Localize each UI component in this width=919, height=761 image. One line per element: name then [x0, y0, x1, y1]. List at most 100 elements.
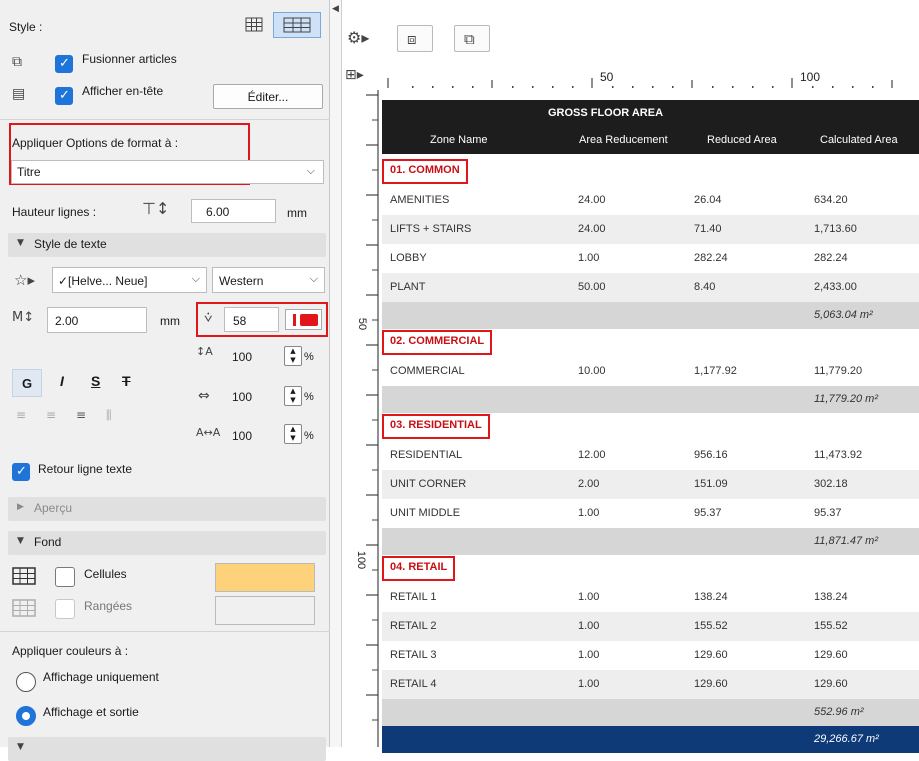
fit-view-button[interactable]: ⧈ [397, 25, 433, 52]
preview-title: Aperçu [34, 501, 73, 515]
spacing-scale-stepper[interactable]: ▲ ▼ [284, 424, 302, 444]
zone-name: 01. COMMON [390, 164, 460, 176]
width-scale-icon: ⇔ [198, 388, 210, 404]
font-select[interactable]: ✓[Helve... Neue] ⌵ [52, 267, 207, 293]
table-row: COMMERCIAL 10.00 1,177.92 11,779.20 [382, 357, 919, 386]
script-select[interactable]: Western ⌵ [212, 267, 325, 293]
width-scale-stepper[interactable]: ▲ ▼ [284, 386, 302, 406]
table-row: PLANT 50.00 8.40 2,433.00 [382, 273, 919, 302]
zone-name: 02. COMMERCIAL [390, 335, 485, 347]
table-title-row: GROSS FLOOR AREA [382, 100, 919, 126]
apply-format-value: Titre [17, 165, 41, 179]
table-cell: 155.52 [814, 620, 848, 632]
percent-label: % [304, 430, 314, 442]
display-output-radio[interactable] [16, 706, 36, 726]
subtotal-value: 552.96 m² [814, 706, 864, 718]
header-icon: ▤ [12, 86, 26, 102]
height-scale-icon: ↕A [196, 345, 213, 358]
table-cell: 956.16 [694, 449, 728, 461]
text-style-section[interactable]: ▼ Style de texte [8, 233, 326, 257]
wrap-checkbox[interactable] [12, 463, 30, 481]
vruler-mark-100: 100 [355, 550, 368, 570]
cells-label: Cellules [84, 567, 127, 581]
table-row: RETAIL 3 1.00 129.60 129.60 [382, 641, 919, 670]
grid-icon [245, 17, 263, 32]
table-cell: 129.60 [694, 678, 728, 690]
strikethrough-toggle[interactable]: T [122, 373, 131, 389]
wrap-label: Retour ligne texte [38, 462, 133, 476]
edit-button[interactable]: Éditer... [213, 84, 323, 109]
display-only-radio[interactable] [16, 672, 36, 692]
cells-color-swatch[interactable] [215, 563, 315, 592]
table-cell: 634.20 [814, 194, 848, 206]
zone-row: 02. COMMERCIAL [382, 329, 919, 357]
table-row: AMENITIES 24.00 26.04 634.20 [382, 186, 919, 215]
table-cell: 24.00 [578, 223, 606, 235]
table-cell: 8.40 [694, 281, 716, 293]
row-height-input[interactable]: 6.00 [191, 199, 276, 223]
font-size-input[interactable]: 2.00 [47, 307, 147, 333]
merge-checkbox[interactable] [55, 55, 73, 73]
height-scale-stepper[interactable]: ▲ ▼ [284, 346, 302, 366]
cells-checkbox[interactable] [55, 567, 75, 587]
spacing-scale-input[interactable]: 100 [228, 424, 268, 446]
star-favorite-icon[interactable]: ☆▸ [14, 271, 35, 289]
column-header: Calculated Area [820, 134, 898, 146]
table-cell: 129.60 [814, 678, 848, 690]
header-label: Afficher en-tête [82, 84, 164, 98]
style-table-button[interactable] [273, 12, 321, 38]
zoom-frame-icon: ⧉ [464, 30, 475, 48]
italic-toggle[interactable]: I [60, 373, 64, 389]
pen-input[interactable]: 58 [224, 307, 279, 332]
border-section[interactable]: ▼ [8, 737, 326, 761]
justify-icon[interactable]: ⫼ [106, 408, 112, 423]
apply-format-select[interactable]: Titre ⌵ [11, 160, 324, 184]
rows-checkbox[interactable] [55, 599, 75, 619]
column-header: Reduced Area [707, 134, 777, 146]
align-right-icon[interactable]: ≡ [76, 408, 86, 422]
apply-colors-label: Appliquer couleurs à : [12, 644, 129, 658]
font-size-unit: mm [160, 314, 180, 328]
preview-section[interactable]: ▶ Aperçu [8, 497, 326, 521]
apply-format-label: Appliquer Options de format à : [12, 136, 179, 150]
triangle-down-icon: ▼ [17, 536, 24, 546]
width-scale-input[interactable]: 100 [228, 386, 268, 408]
table-cell: 282.24 [694, 252, 728, 264]
insert-icon[interactable]: ⊞▸ [345, 67, 364, 83]
separator [0, 119, 330, 120]
underline-toggle[interactable]: S [91, 373, 100, 389]
frame-icon: ⧈ [407, 30, 417, 48]
pen-color-swatch[interactable] [285, 309, 322, 330]
subtotal-value: 11,871.47 m² [814, 535, 879, 547]
table-cell: RESIDENTIAL [390, 449, 463, 461]
align-left-icon[interactable]: ≡ [16, 408, 26, 422]
collapse-arrow-icon[interactable]: ◀ [332, 4, 339, 14]
table-row: RESIDENTIAL 12.00 956.16 11,473.92 [382, 441, 919, 470]
table-cell: 155.52 [694, 620, 728, 632]
background-section[interactable]: ▼ Fond [8, 531, 326, 555]
height-scale-input[interactable]: 100 [228, 346, 268, 368]
zoom-button[interactable]: ⧉ [454, 25, 490, 52]
table-cell: 26.04 [694, 194, 722, 206]
table-row: RETAIL 4 1.00 129.60 129.60 [382, 670, 919, 699]
format-options-panel: Style : ⧉ Fusionner articles ▤ Afficher … [0, 0, 330, 761]
grand-total-row: 29,266.67 m² [382, 726, 919, 753]
header-checkbox[interactable] [55, 87, 73, 105]
zone-row: 03. RESIDENTIAL [382, 413, 919, 441]
percent-label: % [304, 391, 314, 403]
bold-toggle[interactable]: G [12, 369, 42, 397]
table-cell: 1.00 [578, 620, 600, 632]
table-cell: RETAIL 3 [390, 649, 437, 661]
zone-row: 01. COMMON [382, 158, 919, 186]
rows-color-swatch[interactable] [215, 596, 315, 625]
column-header: Area Reducement [579, 134, 668, 146]
merge-icon: ⧉ [12, 54, 22, 70]
style-grid-button[interactable] [241, 13, 267, 37]
table-cell: 129.60 [814, 649, 848, 661]
chevron-down-icon: ⌵ [191, 272, 200, 285]
align-center-icon[interactable]: ≡ [46, 408, 56, 422]
settings-gear-icon[interactable]: ⚙▸ [347, 28, 369, 47]
triangle-down-icon: ▼ [17, 742, 24, 752]
ruler-mark-100: 100 [800, 70, 821, 84]
table-cell: 95.37 [814, 507, 842, 519]
